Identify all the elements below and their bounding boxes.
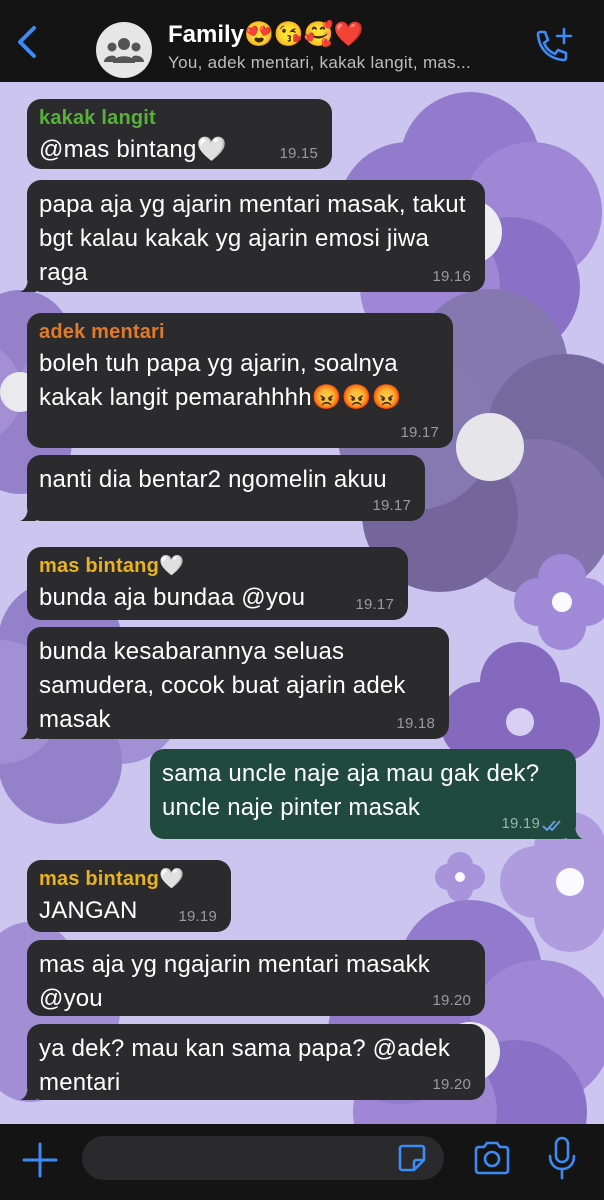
- message-bubble[interactable]: papa aja yg ajarin mentari masak, takut …: [20, 180, 485, 292]
- plus-icon[interactable]: [20, 1140, 60, 1180]
- message-bubble[interactable]: mas bintang🤍 JANGAN 19.19: [27, 860, 231, 932]
- sticker-icon[interactable]: [396, 1142, 428, 1174]
- message-composer: [0, 1124, 604, 1200]
- bubble-tail: [20, 505, 36, 521]
- bubble-tail: [20, 723, 36, 739]
- message-text: bunda aja bundaa @you: [39, 584, 306, 611]
- chat-title[interactable]: Family😍😘🥰❤️: [168, 20, 364, 49]
- add-call-icon[interactable]: [530, 26, 574, 66]
- chat-participants[interactable]: You, adek mentari, kakak langit, mas...: [168, 53, 471, 73]
- message-text: bunda kesabarannya seluas samudera, coco…: [39, 638, 406, 733]
- message-text: ya dek? mau kan sama papa? @adek mentari: [39, 1035, 451, 1096]
- message-time: 19.15: [279, 145, 318, 162]
- camera-icon[interactable]: [472, 1140, 512, 1176]
- message-time: 19.18: [396, 715, 435, 732]
- message-bubble[interactable]: nanti dia bentar2 ngomelin akuu 19.17: [20, 455, 425, 521]
- message-bubble[interactable]: mas bintang🤍 bunda aja bundaa @you 19.17: [27, 547, 408, 620]
- message-time: 19.17: [400, 424, 439, 441]
- message-bubble[interactable]: mas aja yg ngajarin mentari masakk @you …: [27, 940, 485, 1016]
- sender-name[interactable]: mas bintang🤍: [39, 555, 396, 577]
- message-bubble[interactable]: adek mentari boleh tuh papa yg ajarin, s…: [27, 313, 453, 448]
- read-receipt-icon: [542, 820, 561, 832]
- message-bubble-outgoing[interactable]: sama uncle naje aja mau gak dek? uncle n…: [150, 749, 583, 839]
- back-chevron-icon[interactable]: [10, 22, 46, 62]
- bubble-tail: [20, 1084, 36, 1100]
- message-text: @mas bintang🤍: [39, 136, 227, 163]
- message-text: boleh tuh papa yg ajarin, soalnya kakak …: [39, 350, 403, 411]
- sender-name[interactable]: kakak langit: [39, 107, 320, 129]
- group-icon: [104, 38, 144, 63]
- bubble-tail: [567, 823, 583, 839]
- wallpaper-flower: [435, 852, 485, 902]
- sender-name[interactable]: mas bintang🤍: [39, 868, 219, 890]
- message-text: mas aja yg ngajarin mentari masakk @you: [39, 951, 430, 1012]
- message-bubble[interactable]: ya dek? mau kan sama papa? @adek mentari…: [20, 1024, 485, 1100]
- message-time: 19.17: [372, 497, 411, 514]
- chat-header: Family😍😘🥰❤️ You, adek mentari, kakak lan…: [0, 0, 604, 82]
- message-time: 19.19: [178, 908, 217, 925]
- bubble-tail: [20, 276, 36, 292]
- message-time: 19.17: [355, 596, 394, 613]
- message-time: 19.20: [432, 1076, 471, 1093]
- message-time: 19.20: [432, 992, 471, 1009]
- message-time: 19.16: [432, 268, 471, 285]
- group-avatar[interactable]: [96, 22, 152, 78]
- microphone-icon[interactable]: [546, 1136, 578, 1180]
- message-time: 19.19: [501, 815, 540, 832]
- message-input[interactable]: [82, 1136, 444, 1180]
- message-bubble[interactable]: bunda kesabarannya seluas samudera, coco…: [20, 627, 449, 739]
- sender-name[interactable]: adek mentari: [39, 321, 441, 343]
- message-text: nanti dia bentar2 ngomelin akuu: [39, 466, 387, 493]
- message-text: papa aja yg ajarin mentari masak, takut …: [39, 191, 466, 286]
- message-bubble[interactable]: kakak langit @mas bintang🤍 19.15: [27, 99, 332, 169]
